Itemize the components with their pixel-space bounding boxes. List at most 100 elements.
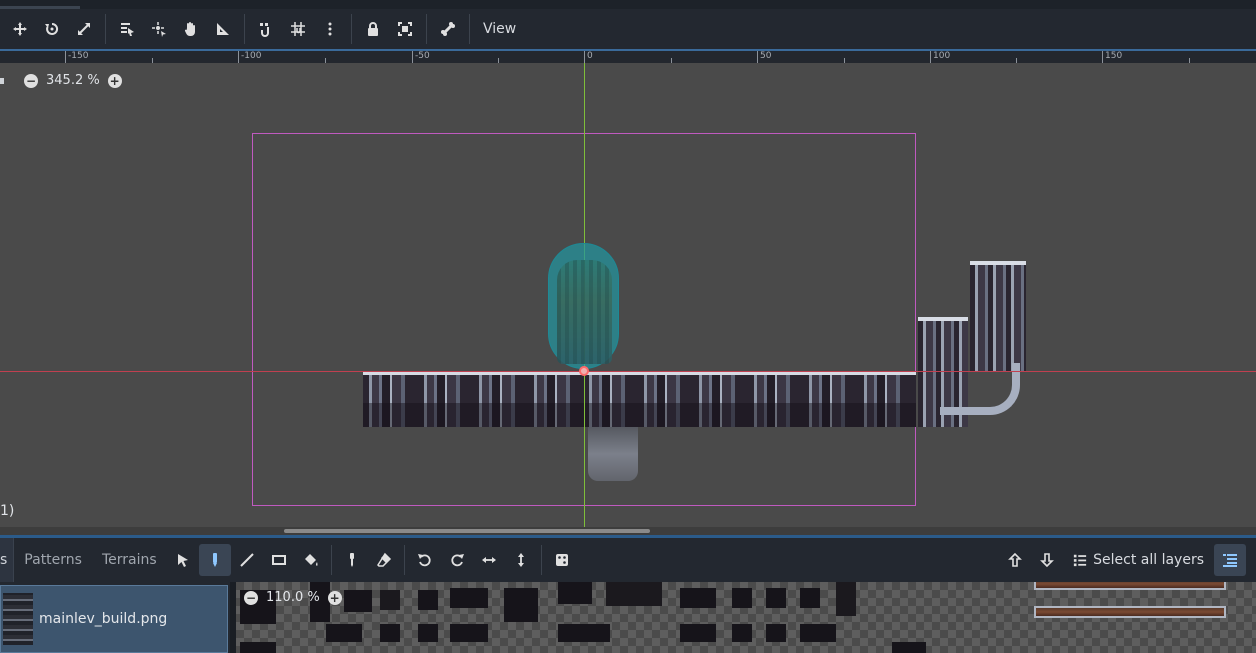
toolbar-separator — [403, 545, 405, 575]
atlas-tile[interactable] — [558, 582, 592, 604]
pivot-button[interactable] — [143, 13, 175, 45]
player-sprite — [557, 260, 612, 364]
atlas-tile[interactable] — [800, 588, 820, 608]
horizontal-scrollbar[interactable] — [0, 527, 1256, 535]
node-origin-handle[interactable] — [579, 366, 589, 376]
eraser-tool-button[interactable] — [368, 544, 400, 576]
ruler-mode-button[interactable] — [207, 13, 239, 45]
grid-snap-icon — [291, 22, 305, 36]
picker-tool-button[interactable] — [336, 544, 368, 576]
smart-snap-button[interactable] — [250, 13, 282, 45]
ruler-label: 0 — [587, 51, 593, 61]
atlas-plank-tile[interactable] — [1034, 582, 1226, 590]
atlas-tile[interactable] — [800, 624, 836, 642]
random-tile-button[interactable] — [546, 544, 578, 576]
zoom-level[interactable]: 345.2 % — [46, 73, 100, 88]
layers-list-icon — [1223, 554, 1237, 567]
atlas-tile[interactable] — [380, 624, 400, 642]
flip-vertical-button[interactable] — [505, 544, 537, 576]
lock-button[interactable] — [357, 13, 389, 45]
line-tool-button[interactable] — [231, 544, 263, 576]
tilemap-toolbar: s Patterns Terrains Select all layers — [0, 538, 1256, 582]
select-all-layers-button[interactable]: Select all layers — [1063, 552, 1214, 568]
flip-horizontal-button[interactable] — [473, 544, 505, 576]
rotate-left-icon — [417, 554, 431, 567]
atlas-tile[interactable] — [418, 590, 438, 610]
editor-tab-strip — [0, 0, 1256, 9]
smart-snap-icon — [260, 23, 269, 37]
zoom-in-button[interactable]: + — [107, 73, 122, 88]
canvas-viewport[interactable]: − 345.2 % + 1) — [0, 63, 1256, 535]
atlas-tile[interactable] — [732, 624, 752, 642]
tab-tiles[interactable]: s — [0, 538, 15, 582]
atlas-zoom-out-button[interactable]: − — [244, 590, 258, 605]
hanging-tile[interactable] — [588, 427, 638, 481]
select-tool-button[interactable] — [167, 544, 199, 576]
zoom-out-button[interactable]: − — [24, 73, 38, 88]
tileset-source-list: mainlev_build.png — [0, 582, 230, 653]
atlas-tile[interactable] — [766, 624, 786, 642]
ruler-tick — [1102, 51, 1103, 63]
atlas-zoom-in-button[interactable]: + — [327, 590, 342, 605]
atlas-tile[interactable] — [326, 624, 362, 642]
highlight-layer-button[interactable] — [1214, 544, 1246, 576]
list-select-button[interactable] — [111, 13, 143, 45]
wall-tile-upper[interactable] — [970, 261, 1026, 371]
status-text-fragment: 1) — [0, 503, 15, 519]
move-layer-down-button[interactable] — [1031, 544, 1063, 576]
move-layer-up-button[interactable] — [999, 544, 1031, 576]
tab-patterns[interactable]: Patterns — [14, 538, 92, 582]
atlas-plank-tile[interactable] — [1034, 606, 1226, 618]
toolbar-separator — [330, 545, 332, 575]
rect-tool-button[interactable] — [263, 544, 295, 576]
atlas-tile[interactable] — [680, 588, 716, 608]
paint-tool-button[interactable] — [198, 544, 231, 576]
scale-mode-button[interactable] — [68, 13, 100, 45]
atlas-tile[interactable] — [606, 582, 662, 606]
view-menu-button[interactable]: View — [475, 13, 524, 45]
ruler-tick — [930, 51, 931, 63]
group-button[interactable] — [389, 13, 421, 45]
atlas-tile[interactable] — [732, 588, 752, 608]
rotate-icon — [45, 22, 59, 35]
ruler-icon — [217, 23, 229, 35]
rotate-left-button[interactable] — [409, 544, 441, 576]
atlas-tile[interactable] — [680, 624, 716, 642]
atlas-tile[interactable] — [450, 588, 488, 608]
rotate-mode-button[interactable] — [36, 13, 68, 45]
ruler-label: 150 — [1105, 51, 1123, 61]
tile-atlas-view[interactable]: − 110.0 % + — [236, 582, 1256, 653]
bone-icon — [441, 22, 455, 36]
list-icon — [1074, 554, 1087, 567]
snap-options-button[interactable] — [314, 13, 346, 45]
atlas-tile[interactable] — [766, 588, 786, 608]
atlas-tile[interactable] — [892, 642, 926, 653]
eyedropper-icon — [349, 553, 354, 567]
pan-mode-button[interactable] — [175, 13, 207, 45]
pivot-icon — [152, 22, 166, 37]
arrow-down-icon — [1040, 553, 1055, 568]
atlas-tile[interactable] — [504, 588, 538, 622]
atlas-tile[interactable] — [836, 582, 856, 616]
tileset-source-item[interactable]: mainlev_build.png — [0, 585, 228, 653]
player-collision-capsule[interactable] — [548, 243, 619, 369]
move-mode-button[interactable] — [4, 13, 36, 45]
bone-button[interactable] — [432, 13, 464, 45]
tab-terrains[interactable]: Terrains — [92, 538, 167, 582]
atlas-tile[interactable] — [380, 590, 400, 610]
atlas-tile[interactable] — [558, 624, 610, 642]
dice-icon — [555, 554, 568, 566]
atlas-zoom-controls: − 110.0 % + — [244, 590, 342, 605]
bucket-tool-button[interactable] — [295, 544, 327, 576]
move-icon — [13, 22, 27, 36]
tileset-thumbnail — [3, 593, 33, 645]
atlas-tile[interactable] — [418, 624, 438, 642]
grid-snap-button[interactable] — [282, 13, 314, 45]
cursor-icon — [177, 554, 188, 567]
atlas-tile[interactable] — [240, 642, 276, 653]
atlas-tile[interactable] — [344, 590, 372, 612]
atlas-zoom-level[interactable]: 110.0 % — [266, 590, 320, 605]
atlas-tile[interactable] — [450, 624, 488, 642]
rotate-right-button[interactable] — [441, 544, 473, 576]
scrollbar-thumb[interactable] — [284, 529, 650, 533]
